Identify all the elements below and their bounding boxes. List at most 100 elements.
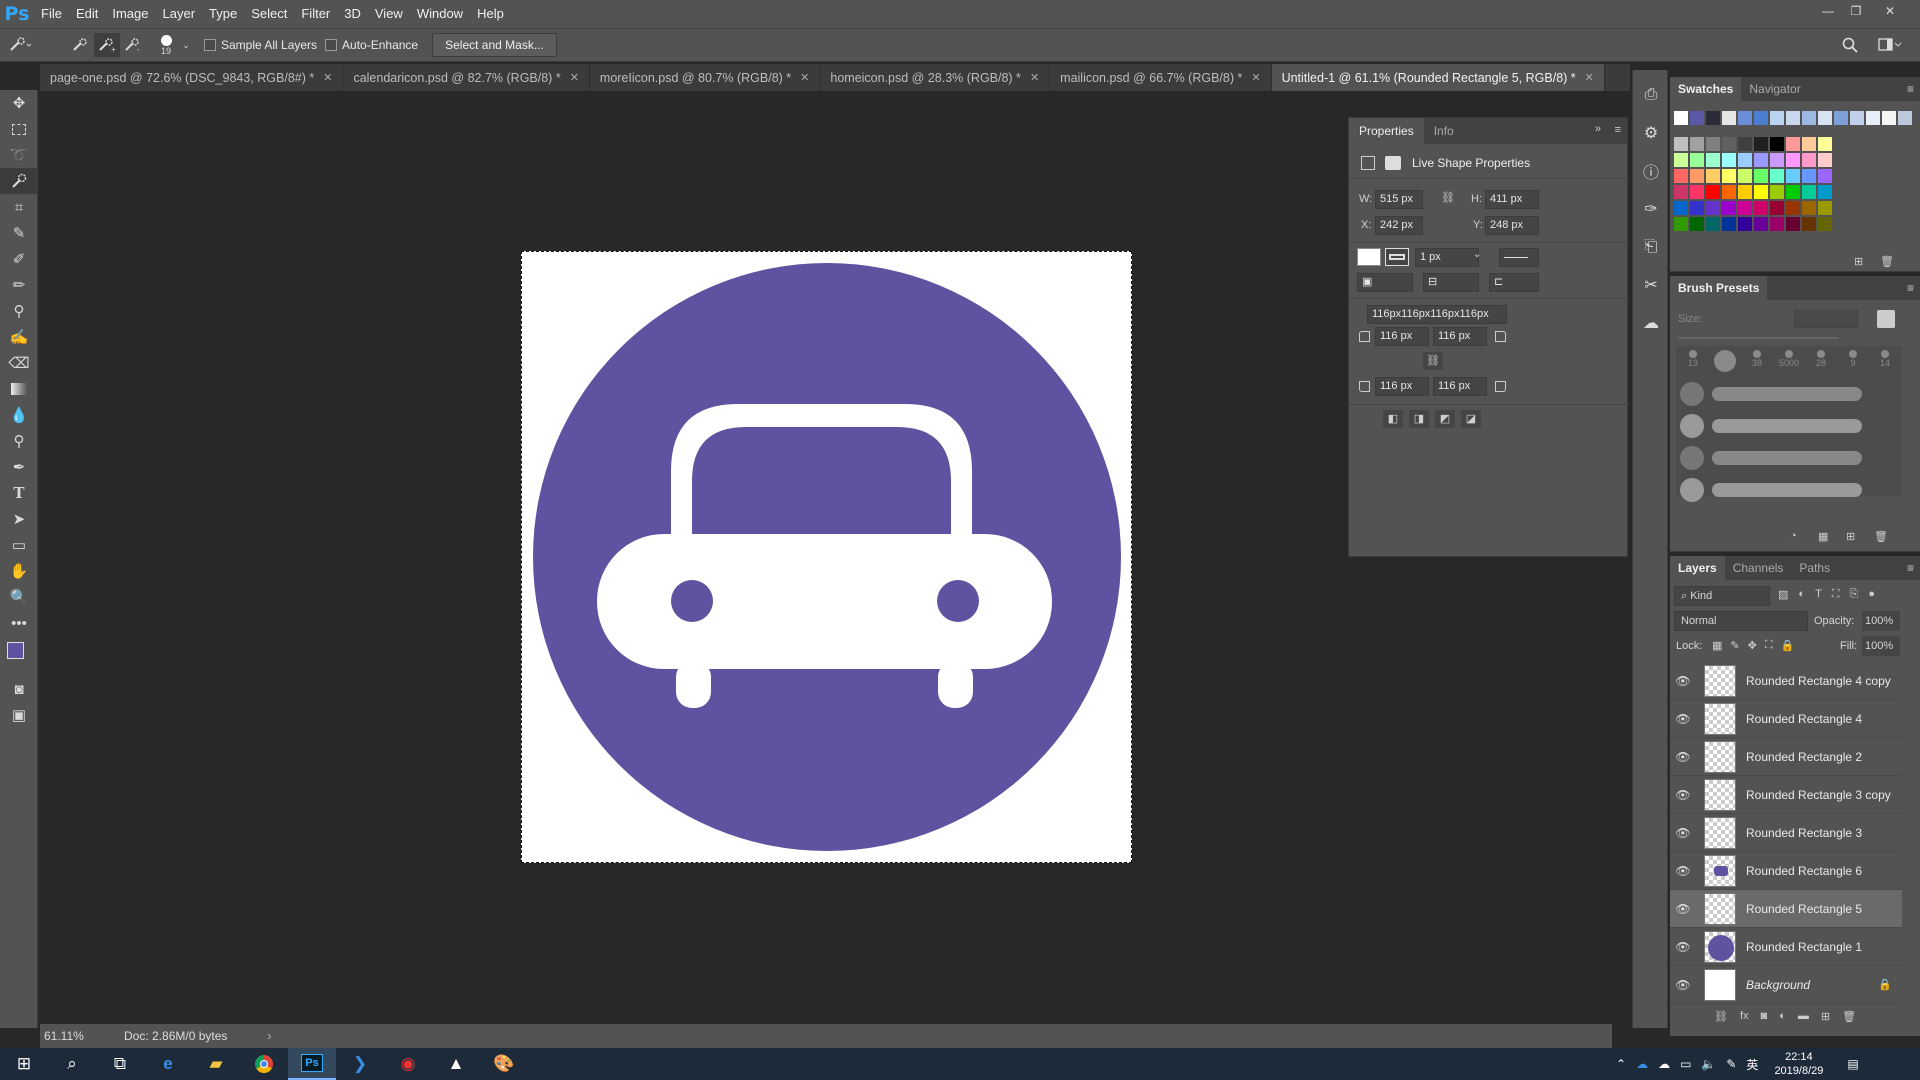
- search-icon[interactable]: ⌕: [48, 1048, 96, 1080]
- color-swatch[interactable]: [1706, 169, 1720, 183]
- subtract-shapes-icon[interactable]: ◨: [1409, 410, 1429, 428]
- color-swatch[interactable]: [1674, 169, 1688, 183]
- color-swatch[interactable]: [1706, 217, 1720, 231]
- menu-file[interactable]: File: [34, 0, 69, 28]
- color-swatch[interactable]: [1786, 201, 1800, 215]
- lock-artboard-icon[interactable]: ⛶: [1765, 639, 1773, 652]
- color-swatch[interactable]: [1802, 169, 1816, 183]
- eyedropper-tool-icon[interactable]: ✎: [0, 220, 38, 246]
- restore-icon[interactable]: ❐: [1842, 0, 1870, 22]
- color-swatch[interactable]: [1770, 185, 1784, 199]
- exclude-shapes-icon[interactable]: ◪: [1461, 410, 1481, 428]
- color-swatch[interactable]: [1690, 217, 1704, 231]
- auto-enhance-checkbox[interactable]: Auto-Enhance: [325, 38, 418, 52]
- menu-type[interactable]: Type: [202, 0, 244, 28]
- color-swatch[interactable]: [1722, 217, 1736, 231]
- crop-tool-icon[interactable]: ⌗: [0, 194, 38, 220]
- close-icon[interactable]: ✕: [1030, 71, 1039, 84]
- subtract-from-selection-icon[interactable]: -: [120, 37, 146, 53]
- file-explorer-icon[interactable]: ▰: [192, 1048, 240, 1080]
- tab-homeicon[interactable]: homeicon.psd @ 28.3% (RGB/8) * ✕: [820, 64, 1051, 91]
- panel-menu-icon[interactable]: ≡: [1907, 561, 1914, 575]
- chevron-down-icon[interactable]: ⌄: [1473, 249, 1481, 260]
- fx-icon[interactable]: fx: [1740, 1010, 1749, 1023]
- tab-info[interactable]: Info: [1424, 118, 1464, 144]
- visibility-eye-icon[interactable]: 👁: [1670, 788, 1696, 802]
- document-canvas[interactable]: [521, 251, 1132, 863]
- top-left-radius-field[interactable]: 116 px: [1375, 327, 1429, 346]
- menu-3d[interactable]: 3D: [337, 0, 368, 28]
- brush-settings-icon[interactable]: ✑: [1633, 190, 1669, 228]
- color-swatch[interactable]: [1690, 111, 1704, 125]
- layer-row[interactable]: 👁 Rounded Rectangle 4: [1670, 700, 1902, 738]
- status-arrow-icon[interactable]: ›: [267, 1029, 271, 1043]
- libraries-icon[interactable]: ☁: [1633, 304, 1669, 342]
- sample-all-layers-checkbox[interactable]: Sample All Layers: [204, 38, 317, 52]
- tab-properties[interactable]: Properties: [1349, 118, 1424, 144]
- tab-moreicon[interactable]: moreIicon.psd @ 80.7% (RGB/8) * ✕: [590, 64, 821, 91]
- color-swatch[interactable]: [1706, 111, 1720, 125]
- type-tool-icon[interactable]: T: [0, 480, 38, 506]
- trash-icon[interactable]: 🗑: [1874, 530, 1888, 543]
- combine-shapes-icon[interactable]: ◧: [1383, 410, 1403, 428]
- size-field[interactable]: [1794, 310, 1858, 328]
- color-swatch[interactable]: [1754, 201, 1768, 215]
- close-icon[interactable]: ✕: [323, 71, 332, 84]
- minimize-icon[interactable]: —: [1814, 0, 1842, 22]
- quick-selection-tool-icon[interactable]: [0, 168, 38, 194]
- color-swatch[interactable]: [1818, 169, 1832, 183]
- color-swatch[interactable]: [1818, 153, 1832, 167]
- shape-filter-icon[interactable]: ⛶: [1832, 588, 1840, 601]
- brush-tool-icon[interactable]: ✏: [0, 272, 38, 298]
- color-swatch[interactable]: [1722, 137, 1736, 151]
- photos-icon[interactable]: ▲: [432, 1048, 480, 1080]
- panel-menu-icon[interactable]: ≡: [1615, 124, 1621, 136]
- color-swatch[interactable]: [1690, 185, 1704, 199]
- color-swatch[interactable]: [1722, 153, 1736, 167]
- menu-window[interactable]: Window: [410, 0, 470, 28]
- blend-mode-dropdown[interactable]: Normal: [1674, 611, 1808, 631]
- visibility-eye-icon[interactable]: 👁: [1670, 978, 1696, 992]
- edge-browser-icon[interactable]: e: [144, 1048, 192, 1080]
- pixel-filter-icon[interactable]: ▨: [1778, 588, 1788, 601]
- tab-channels[interactable]: Channels: [1725, 556, 1792, 580]
- adjustment-filter-icon[interactable]: ◐: [1798, 588, 1805, 601]
- color-swatch[interactable]: [1786, 185, 1800, 199]
- visibility-eye-icon[interactable]: 👁: [1670, 712, 1696, 726]
- color-swatch[interactable]: [1802, 185, 1816, 199]
- eraser-tool-icon[interactable]: ⌫: [0, 350, 38, 376]
- smart-object-filter-icon[interactable]: ⎘: [1850, 588, 1859, 601]
- color-swatch[interactable]: [1674, 217, 1688, 231]
- netease-music-icon[interactable]: ◉: [384, 1048, 432, 1080]
- color-swatches[interactable]: [0, 636, 38, 676]
- brush-tip[interactable]: 13: [1678, 350, 1708, 372]
- menu-filter[interactable]: Filter: [294, 0, 337, 28]
- brush-stroke-row[interactable]: [1680, 478, 1898, 502]
- history-brush-tool-icon[interactable]: ✍: [0, 324, 38, 350]
- brush-grid-icon[interactable]: ▦: [1818, 530, 1828, 543]
- type-filter-icon[interactable]: T: [1815, 588, 1822, 601]
- shape-tool-icon[interactable]: ▭: [0, 532, 38, 558]
- close-icon[interactable]: ✕: [1251, 71, 1260, 84]
- color-swatch[interactable]: [1738, 153, 1752, 167]
- color-swatch[interactable]: [1674, 185, 1688, 199]
- close-icon[interactable]: ✕: [1876, 0, 1904, 22]
- search-icon[interactable]: [1842, 37, 1858, 53]
- task-view-icon[interactable]: ⧉: [96, 1048, 144, 1080]
- layer-row[interactable]: 👁 Rounded Rectangle 3: [1670, 814, 1902, 852]
- menu-edit[interactable]: Edit: [69, 0, 105, 28]
- brush-list[interactable]: 13 38 5000 28 9 14: [1676, 346, 1902, 502]
- tab-layers[interactable]: Layers: [1670, 556, 1725, 580]
- layer-row[interactable]: 👁 Rounded Rectangle 1: [1670, 928, 1902, 966]
- color-swatch[interactable]: [1738, 201, 1752, 215]
- menu-select[interactable]: Select: [244, 0, 294, 28]
- stroke-type-dropdown[interactable]: [1499, 248, 1539, 267]
- stroke-caps-dropdown[interactable]: ⊟: [1423, 273, 1479, 292]
- width-field[interactable]: 515 px: [1375, 190, 1423, 209]
- brush-tip[interactable]: [1710, 350, 1740, 372]
- new-brush-icon[interactable]: [1877, 310, 1895, 328]
- top-right-radius-field[interactable]: 116 px: [1433, 327, 1487, 346]
- checkbox-box[interactable]: [325, 39, 338, 51]
- powershell-icon[interactable]: ❯: [336, 1048, 384, 1080]
- bottom-right-radius-field[interactable]: 116 px: [1433, 377, 1487, 396]
